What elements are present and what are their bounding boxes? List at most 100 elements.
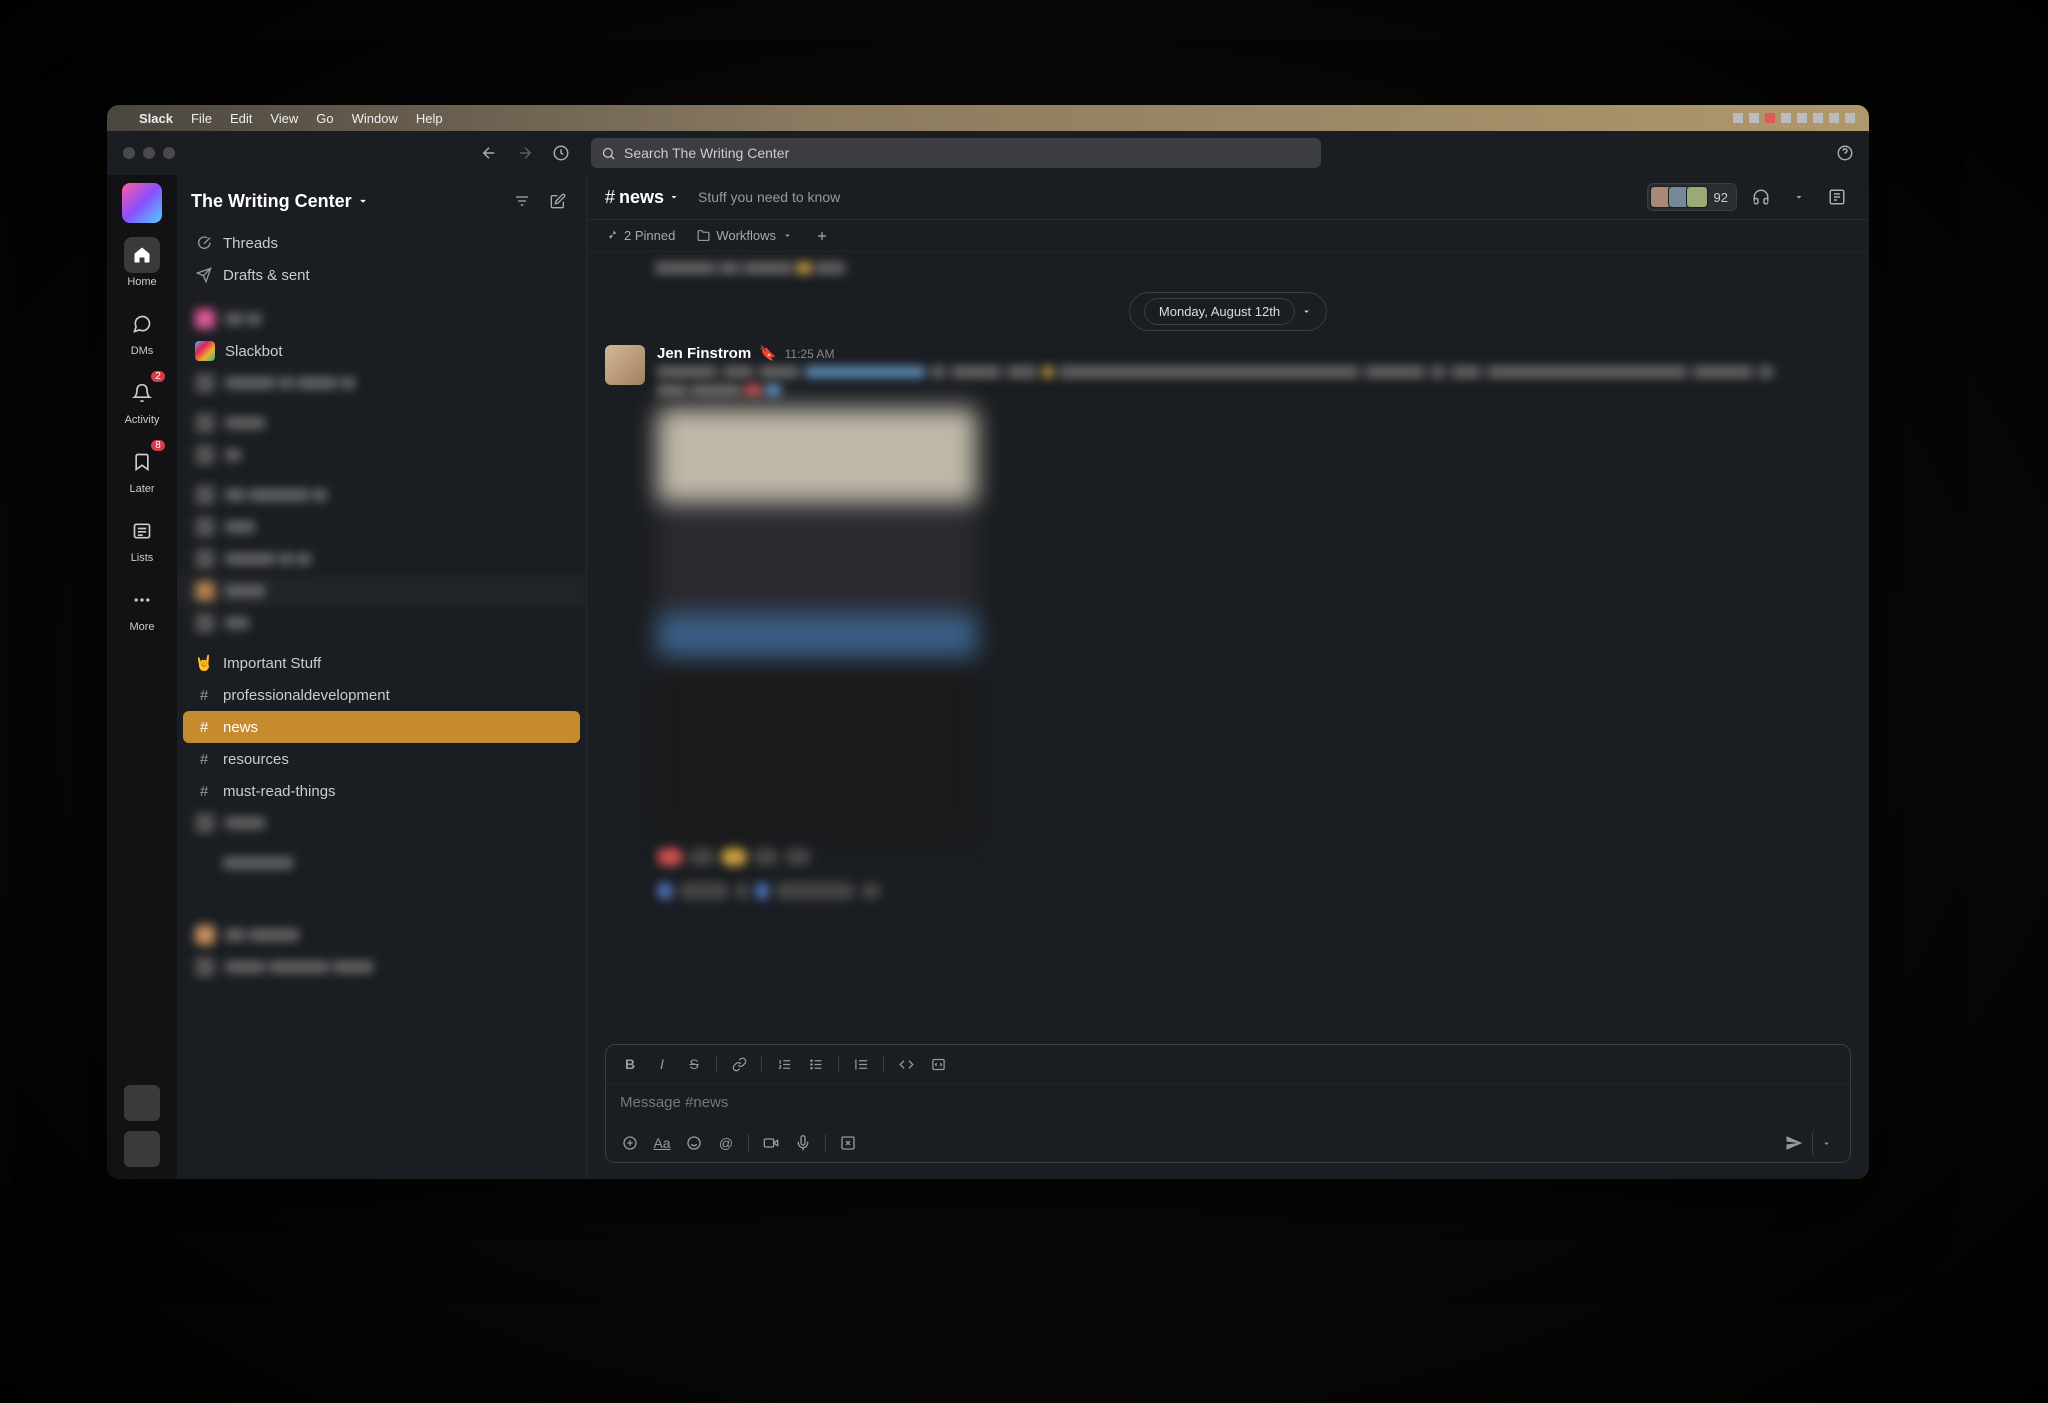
menu-help[interactable]: Help bbox=[416, 111, 443, 126]
menu-window[interactable]: Window bbox=[352, 111, 398, 126]
sidebar-drafts[interactable]: Drafts & sent bbox=[177, 259, 586, 291]
format-ul[interactable] bbox=[802, 1051, 830, 1077]
message-time[interactable]: 11:25 AM bbox=[785, 347, 835, 361]
nav-back-button[interactable] bbox=[475, 139, 503, 167]
composer-format-toggle[interactable]: Aa bbox=[648, 1130, 676, 1156]
rail-dms[interactable]: DMs bbox=[107, 302, 177, 361]
sidebar-channel-professionaldevelopment[interactable]: #professionaldevelopment bbox=[177, 679, 586, 711]
message-attachment-image[interactable] bbox=[657, 408, 977, 838]
sidebar-channel-resources[interactable]: #resources bbox=[177, 743, 586, 775]
menu-edit[interactable]: Edit bbox=[230, 111, 252, 126]
huddle-dropdown[interactable] bbox=[1785, 183, 1813, 211]
list-icon bbox=[132, 521, 152, 541]
rail-label: Later bbox=[129, 483, 154, 495]
plus-icon bbox=[815, 229, 829, 243]
sidebar-slackbot[interactable]: Slackbot bbox=[177, 335, 586, 367]
rail-activity[interactable]: 2 Activity bbox=[107, 371, 177, 430]
menu-view[interactable]: View bbox=[270, 111, 298, 126]
pin-icon bbox=[605, 229, 618, 242]
workflows-button[interactable]: Workflows bbox=[697, 228, 793, 243]
menu-app[interactable]: Slack bbox=[139, 111, 173, 126]
format-ol[interactable] bbox=[770, 1051, 798, 1077]
date-divider[interactable]: Monday, August 12th bbox=[605, 292, 1851, 331]
later-badge: 8 bbox=[151, 440, 165, 451]
send-button[interactable] bbox=[1780, 1130, 1808, 1156]
format-italic[interactable]: I bbox=[648, 1051, 676, 1077]
compose-button[interactable] bbox=[544, 187, 572, 215]
search-input[interactable]: Search The Writing Center bbox=[591, 138, 1321, 168]
menu-go[interactable]: Go bbox=[316, 111, 333, 126]
help-button[interactable] bbox=[1831, 139, 1859, 167]
sidebar-blurred-item[interactable] bbox=[177, 807, 586, 839]
folder-icon bbox=[697, 229, 710, 242]
format-strike[interactable]: S bbox=[680, 1051, 708, 1077]
sidebar-blurred-item[interactable] bbox=[177, 543, 586, 575]
workspace-rail: Home DMs 2 Activity 8 Later Lists bbox=[107, 175, 177, 1179]
message-avatar[interactable] bbox=[605, 345, 645, 385]
rail-more[interactable]: More bbox=[107, 578, 177, 637]
sidebar-item-label: Important Stuff bbox=[223, 655, 321, 672]
sidebar-channel-news[interactable]: # news bbox=[183, 711, 580, 743]
sidebar-blurred-item[interactable] bbox=[177, 951, 586, 983]
sidebar-blurred-item[interactable] bbox=[177, 479, 586, 511]
sidebar-item-label: must-read-things bbox=[223, 783, 336, 800]
sidebar-item-label: news bbox=[223, 719, 258, 736]
rail-later[interactable]: 8 Later bbox=[107, 440, 177, 499]
sidebar-item-label: Slackbot bbox=[225, 343, 283, 360]
nav-forward-button[interactable] bbox=[511, 139, 539, 167]
message-reactions[interactable] bbox=[657, 848, 1851, 866]
window-controls[interactable] bbox=[123, 147, 175, 159]
composer-mention[interactable]: @ bbox=[712, 1130, 740, 1156]
composer-input[interactable]: Message #news bbox=[606, 1084, 1850, 1124]
message-list[interactable]: Monday, August 12th Jen Finstrom 🔖 11:25… bbox=[587, 252, 1869, 1034]
channel-name: news bbox=[619, 187, 664, 208]
add-shortcut-button[interactable] bbox=[815, 229, 829, 243]
composer-emoji[interactable] bbox=[680, 1130, 708, 1156]
sidebar-blurred-item[interactable] bbox=[177, 367, 586, 399]
hash-icon: # bbox=[195, 719, 213, 736]
filter-button[interactable] bbox=[508, 187, 536, 215]
rail-user-2[interactable] bbox=[124, 1131, 160, 1167]
channel-members-button[interactable]: 92 bbox=[1647, 183, 1737, 211]
huddle-button[interactable] bbox=[1747, 183, 1775, 211]
history-button[interactable] bbox=[547, 139, 575, 167]
sidebar-blurred-item[interactable] bbox=[177, 439, 586, 471]
hash-icon: # bbox=[195, 751, 213, 768]
format-quote[interactable] bbox=[847, 1051, 875, 1077]
rail-lists[interactable]: Lists bbox=[107, 509, 177, 568]
pinned-label: 2 Pinned bbox=[624, 228, 675, 243]
sidebar-item-label: Threads bbox=[223, 235, 278, 252]
canvas-button[interactable] bbox=[1823, 183, 1851, 211]
sidebar-blurred-item[interactable] bbox=[177, 919, 586, 951]
sidebar-channel-mustread[interactable]: #must-read-things bbox=[177, 775, 586, 807]
pinned-button[interactable]: 2 Pinned bbox=[605, 228, 675, 243]
workspace-icon[interactable] bbox=[122, 183, 162, 223]
format-code[interactable] bbox=[892, 1051, 920, 1077]
channel-main: # news Stuff you need to know 92 bbox=[587, 175, 1869, 1179]
sidebar-blurred-item[interactable] bbox=[177, 407, 586, 439]
channel-topic[interactable]: Stuff you need to know bbox=[698, 189, 840, 205]
composer-add[interactable] bbox=[616, 1130, 644, 1156]
composer-shortcut[interactable] bbox=[834, 1130, 862, 1156]
workspace-name-button[interactable]: The Writing Center bbox=[191, 191, 370, 212]
sidebar-blurred-item[interactable] bbox=[177, 511, 586, 543]
send-options[interactable] bbox=[1812, 1130, 1840, 1156]
composer-video[interactable] bbox=[757, 1130, 785, 1156]
format-link[interactable] bbox=[725, 1051, 753, 1077]
sidebar-blurred-item[interactable] bbox=[177, 607, 586, 639]
member-count: 92 bbox=[1714, 190, 1728, 205]
message-author[interactable]: Jen Finstrom bbox=[657, 345, 751, 362]
channel-name-button[interactable]: # news bbox=[605, 187, 680, 208]
composer-audio[interactable] bbox=[789, 1130, 817, 1156]
sidebar-channel-important[interactable]: 🤘Important Stuff bbox=[177, 647, 586, 679]
sidebar-blurred-item[interactable] bbox=[177, 575, 586, 607]
format-bold[interactable]: B bbox=[616, 1051, 644, 1077]
sidebar-threads[interactable]: Threads bbox=[177, 227, 586, 259]
format-codeblock[interactable] bbox=[924, 1051, 952, 1077]
sidebar-blurred-item[interactable] bbox=[177, 303, 586, 335]
rail-user-1[interactable] bbox=[124, 1085, 160, 1121]
menu-file[interactable]: File bbox=[191, 111, 212, 126]
rail-home[interactable]: Home bbox=[107, 233, 177, 292]
hash-icon: # bbox=[195, 687, 213, 704]
sidebar-blurred-item[interactable] bbox=[177, 847, 586, 879]
